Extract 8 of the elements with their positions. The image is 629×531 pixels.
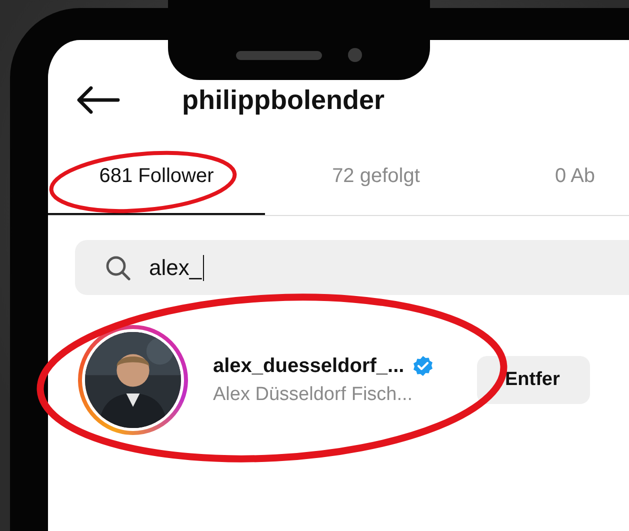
search-field[interactable]: alex_ [75, 240, 629, 295]
search-icon [105, 254, 131, 280]
remove-button[interactable]: Entfer [477, 356, 590, 404]
tab[interactable]: 681 Follower [48, 140, 265, 215]
follower-full-name: Alex Düsseldorf Fisch... [213, 384, 414, 406]
back-arrow-icon[interactable] [76, 86, 120, 114]
profile-username: philippbolender [182, 84, 384, 116]
follower-username[interactable]: alex_duesseldorf_... [213, 354, 404, 378]
